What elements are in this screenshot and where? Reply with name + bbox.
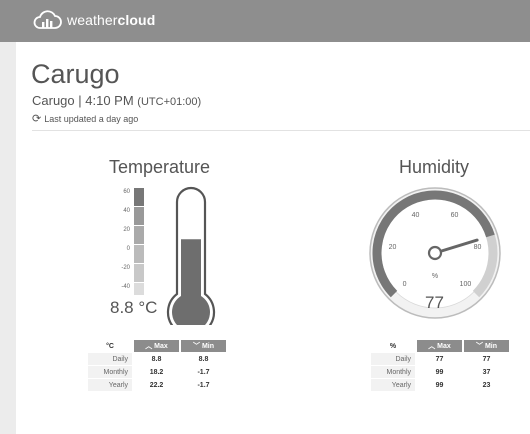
chevron-up-icon: ︿ — [428, 343, 436, 350]
station-title: Carugo — [31, 59, 120, 89]
max-value: 99 — [435, 381, 444, 389]
min-column-header[interactable]: ﹀ Min — [181, 340, 226, 352]
max-label: Max — [154, 343, 168, 350]
temperature-title: Temperature — [109, 157, 211, 177]
scale-label: -20 — [121, 265, 130, 271]
unit-header: °C — [88, 340, 132, 352]
max-value: 99 — [435, 368, 444, 376]
table-row: Daily 8.8 8.8 — [88, 353, 226, 365]
scale-label: 60 — [123, 189, 130, 195]
min-label: Min — [484, 343, 497, 350]
last-updated-text: Last updated a day ago — [44, 113, 139, 124]
color-band — [134, 207, 144, 225]
max-label: Max — [437, 343, 451, 350]
needle-hub — [427, 245, 443, 261]
max-value: 77 — [435, 355, 444, 363]
gauge-unit: % — [432, 273, 438, 280]
max-value: 8.8 — [151, 355, 162, 363]
max-column-header[interactable]: ︿ Max — [134, 340, 179, 352]
local-time: 4:10 PM — [85, 93, 134, 108]
temperature-stats-table: °C ︿ Max ﹀ Min Daily 8.8 8.8 Monthly 18.… — [86, 339, 228, 392]
unit-header: % — [371, 340, 415, 352]
dial-label: 80 — [474, 244, 482, 251]
temperature-scale: 60 40 20 0 -20 -40 — [121, 189, 130, 290]
color-band — [134, 245, 144, 263]
table-row: Yearly 22.2 -1.7 — [88, 379, 226, 391]
color-band — [134, 264, 144, 282]
max-value: 22.2 — [149, 381, 164, 389]
temperature-color-bar — [134, 188, 144, 295]
temperature-reading: 8.8 °C — [110, 298, 158, 317]
station-location: Carugo — [32, 93, 75, 108]
weathercloud-logo[interactable]: weathercloud — [32, 9, 155, 31]
row-label: Yearly — [371, 379, 415, 391]
color-band — [134, 283, 144, 295]
dial-label: 40 — [412, 212, 420, 219]
max-value: 18.2 — [149, 368, 164, 376]
divider — [32, 130, 530, 131]
table-row: Monthly 99 37 — [371, 366, 509, 378]
station-subtitle: Carugo | 4:10 PM (UTC+01:00) — [32, 93, 202, 108]
humidity-stats-table: % ︿ Max ﹀ Min Daily 77 77 Monthly 99 37 … — [369, 339, 511, 392]
cloud-chart-icon — [33, 10, 62, 29]
top-bar: weathercloud — [0, 0, 530, 42]
table-row: Monthly 18.2 -1.7 — [88, 366, 226, 378]
row-label: Daily — [371, 353, 415, 365]
min-value: 8.8 — [198, 355, 209, 363]
dial-label: 20 — [389, 244, 397, 251]
last-updated: ⟳ Last updated a day ago — [32, 112, 138, 125]
min-label: Min — [201, 343, 214, 350]
chevron-up-icon: ︿ — [145, 343, 153, 350]
dial-label: 100 — [460, 281, 472, 288]
humidity-title: Humidity — [399, 157, 470, 177]
max-column-header[interactable]: ︿ Max — [417, 340, 462, 352]
dial-label: 0 — [403, 281, 407, 288]
brand-name: weathercloud — [67, 12, 156, 28]
row-label: Monthly — [371, 366, 415, 378]
timezone: (UTC+01:00) — [137, 96, 202, 108]
min-value: 37 — [482, 368, 491, 376]
table-row: Yearly 99 23 — [371, 379, 509, 391]
row-label: Monthly — [88, 366, 132, 378]
refresh-icon[interactable]: ⟳ — [32, 112, 41, 125]
scale-label: -40 — [121, 284, 130, 290]
row-label: Yearly — [88, 379, 132, 391]
table-row: Daily 77 77 — [371, 353, 509, 365]
min-value: 23 — [482, 381, 491, 389]
dial-label: 60 — [451, 212, 459, 219]
scale-label: 40 — [123, 208, 130, 214]
row-label: Daily — [88, 353, 132, 365]
color-band — [134, 188, 144, 206]
min-column-header[interactable]: ﹀ Min — [464, 340, 509, 352]
min-value: 77 — [482, 355, 491, 363]
chevron-down-icon: ﹀ — [192, 343, 200, 350]
station-card: Carugo Carugo | 4:10 PM (UTC+01:00) ⟳ La… — [16, 42, 530, 434]
scale-label: 0 — [127, 246, 131, 252]
scale-label: 20 — [123, 227, 130, 233]
humidity-reading: 77 — [425, 293, 444, 312]
min-value: -1.7 — [197, 368, 210, 376]
color-band — [134, 226, 144, 244]
chevron-down-icon: ﹀ — [475, 343, 483, 350]
min-value: -1.7 — [197, 381, 210, 389]
